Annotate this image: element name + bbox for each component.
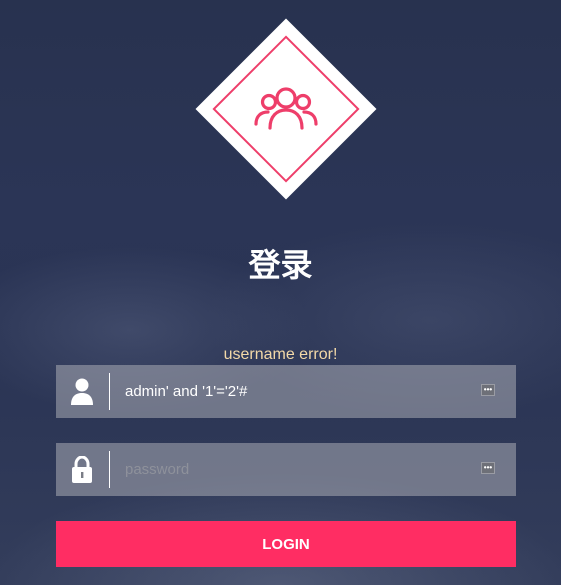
password-field: ••• — [56, 443, 516, 496]
username-input[interactable] — [125, 365, 465, 418]
logo — [195, 18, 377, 200]
password-input[interactable] — [125, 443, 465, 496]
field-divider — [109, 373, 110, 410]
lock-icon — [72, 456, 92, 483]
username-field: ••• — [56, 365, 516, 418]
page-title: 登录 — [248, 246, 313, 284]
key-icon[interactable]: ••• — [481, 384, 495, 396]
users-icon — [254, 87, 318, 130]
login-button[interactable]: LOGIN — [56, 521, 516, 567]
key-icon[interactable]: ••• — [481, 462, 495, 474]
user-icon — [71, 378, 93, 405]
error-message: username error! — [223, 346, 338, 363]
field-divider — [109, 451, 110, 488]
